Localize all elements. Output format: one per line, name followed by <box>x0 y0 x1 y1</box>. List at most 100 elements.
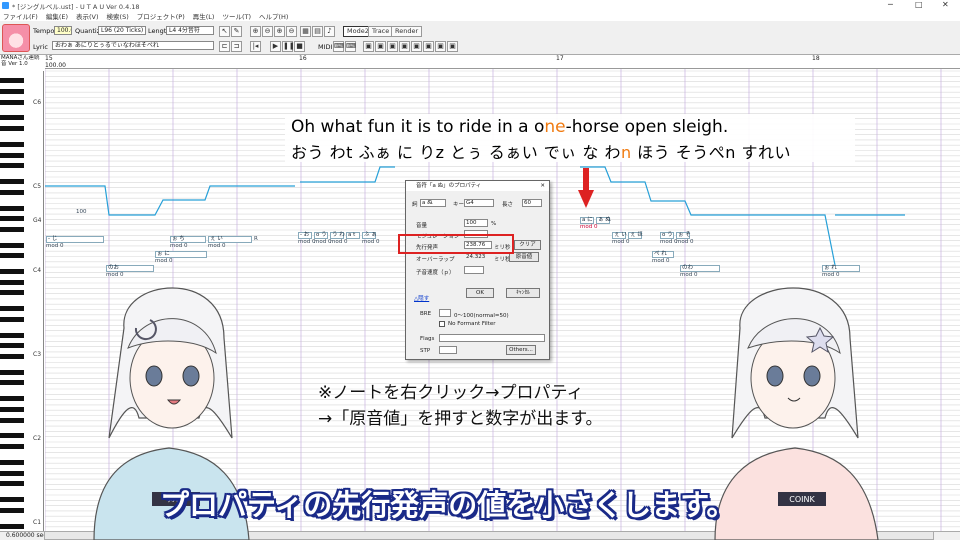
minimize-icon[interactable]: ─ <box>888 0 893 9</box>
stp-field[interactable] <box>439 346 457 354</box>
list-icon[interactable]: ▤ <box>312 26 323 37</box>
note[interactable]: ぉ ち <box>170 236 206 243</box>
trace-button[interactable]: Trace <box>368 26 394 37</box>
note[interactable]: a t <box>346 232 360 239</box>
midi-out-icon[interactable]: ⌨ <box>345 41 356 52</box>
tool-g-icon[interactable]: ▣ <box>435 41 446 52</box>
avatar[interactable] <box>2 24 30 52</box>
tool-b-icon[interactable]: ▣ <box>375 41 386 52</box>
black-key[interactable] <box>0 269 24 275</box>
note[interactable]: ぇ ほ <box>628 232 643 239</box>
tool-c-icon[interactable]: ▣ <box>387 41 398 52</box>
length-select[interactable]: L4 4分音符 <box>166 26 214 35</box>
zoom-in-icon[interactable]: ⊕ <box>250 26 261 37</box>
note[interactable]: ぺ れ <box>652 251 674 258</box>
tool-e-icon[interactable]: ▣ <box>411 41 422 52</box>
quantize-select[interactable]: L96 (20 Ticks) <box>98 26 146 35</box>
menu-project[interactable]: プロジェクト(P) <box>137 11 185 21</box>
note[interactable]: ぉ そ <box>676 232 691 239</box>
black-key[interactable] <box>0 459 24 465</box>
note[interactable]: a に <box>580 217 594 224</box>
black-key[interactable] <box>0 353 24 359</box>
black-key[interactable] <box>0 226 24 232</box>
stop-icon[interactable]: ■ <box>294 41 305 52</box>
black-key[interactable] <box>0 88 24 94</box>
lyric-field[interactable]: a ぬ <box>420 199 446 207</box>
maximize-icon[interactable]: □ <box>915 0 923 9</box>
menu-tools[interactable]: ツール(T) <box>222 11 251 21</box>
no-formant-checkbox[interactable] <box>439 321 445 327</box>
measure-ruler[interactable]: 15 100.00 16 17 18 <box>45 55 960 69</box>
zoom-out-icon[interactable]: ⊖ <box>262 26 273 37</box>
consonant-velocity-field[interactable] <box>464 266 484 274</box>
clear-button[interactable]: クリア <box>514 240 541 250</box>
black-key[interactable] <box>0 290 24 296</box>
ok-button[interactable]: OK <box>466 288 494 298</box>
menu-edit[interactable]: 編集(E) <box>46 11 68 21</box>
others-button[interactable]: Others... <box>506 345 536 355</box>
rewind-icon[interactable]: |◂ <box>250 41 261 52</box>
black-key[interactable] <box>0 306 24 312</box>
zoom-h-out-icon[interactable]: ⊖ <box>286 26 297 37</box>
black-key[interactable] <box>0 99 24 105</box>
note[interactable]: ぇ い <box>612 232 627 239</box>
black-key[interactable] <box>0 406 24 412</box>
voice-icon[interactable]: ♪ <box>324 26 335 37</box>
tool-f-icon[interactable]: ▣ <box>423 41 434 52</box>
flags-field[interactable] <box>439 334 545 342</box>
key-select[interactable]: G4 <box>464 199 494 207</box>
note[interactable]: ぁ ぬ <box>596 217 611 224</box>
menu-help[interactable]: ヘルプ(H) <box>259 11 288 21</box>
volume-field[interactable]: 100 <box>464 219 488 227</box>
tempo-input[interactable]: 100.0 <box>54 26 72 35</box>
hide-link[interactable]: △隠す <box>414 294 429 302</box>
render-button[interactable]: Render <box>391 26 423 37</box>
black-key[interactable] <box>0 470 24 476</box>
note[interactable]: ふ ぁ <box>362 232 377 239</box>
note[interactable]: う わ <box>330 232 345 239</box>
black-key[interactable] <box>0 396 24 402</box>
menu-search[interactable]: 検索(S) <box>107 11 129 21</box>
menu-view[interactable]: 表示(V) <box>76 11 99 21</box>
black-key[interactable] <box>0 152 24 158</box>
black-key[interactable] <box>0 316 24 322</box>
black-key[interactable] <box>0 179 24 184</box>
dialog-close-icon[interactable]: ✕ <box>540 181 545 191</box>
menu-file[interactable]: ファイル(F) <box>3 11 38 21</box>
black-key[interactable] <box>0 78 24 84</box>
black-key[interactable] <box>0 253 24 259</box>
note[interactable]: ぇ い <box>208 236 252 243</box>
note-tool-2-icon[interactable]: ⊐ <box>231 41 242 52</box>
lyric-input[interactable]: おわぁ あにりとぅるでぃなわほそぺれ <box>52 41 214 50</box>
overlap-field[interactable]: 24.323 <box>464 253 492 261</box>
black-key[interactable] <box>0 205 24 211</box>
bre-field[interactable] <box>439 309 451 317</box>
note[interactable]: o う <box>314 232 328 239</box>
tool-a-icon[interactable]: ▣ <box>363 41 374 52</box>
black-key[interactable] <box>0 115 24 121</box>
note[interactable]: ぉ に <box>155 251 207 258</box>
piano-keys[interactable]: MANAさん連続 音 Ver 1.0 C6 C5 G4 C4 C3 C2 C1 <box>0 55 44 531</box>
black-key[interactable] <box>0 332 24 338</box>
black-key[interactable] <box>0 380 24 386</box>
black-key[interactable] <box>0 279 24 285</box>
note[interactable]: o う <box>660 232 674 239</box>
black-key[interactable] <box>0 497 24 502</box>
length-field[interactable]: 60 <box>522 199 542 207</box>
midi-in-icon[interactable]: ⌨ <box>333 41 344 52</box>
play-icon[interactable]: ▶ <box>270 41 281 52</box>
grid-icon[interactable]: ▦ <box>300 26 311 37</box>
black-key[interactable] <box>0 523 24 529</box>
black-key[interactable] <box>0 444 24 449</box>
tool-h-icon[interactable]: ▣ <box>447 41 458 52</box>
note-tool-1-icon[interactable]: ⊏ <box>219 41 230 52</box>
zoom-h-in-icon[interactable]: ⊕ <box>274 26 285 37</box>
black-key[interactable] <box>0 343 24 349</box>
black-key[interactable] <box>0 369 24 375</box>
pointer-tool-icon[interactable]: ↖ <box>219 26 230 37</box>
black-key[interactable] <box>0 507 24 513</box>
black-key[interactable] <box>0 481 24 487</box>
pause-icon[interactable]: ❚❚ <box>282 41 295 52</box>
black-key[interactable] <box>0 141 24 147</box>
black-key[interactable] <box>0 126 24 131</box>
